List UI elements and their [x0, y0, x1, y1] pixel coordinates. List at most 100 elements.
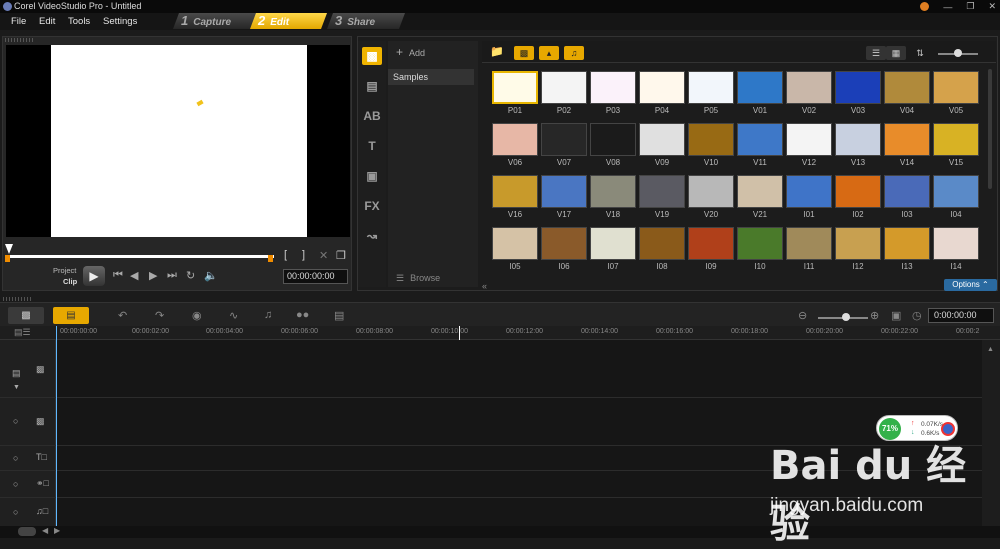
add-folder-button[interactable]: + Add — [390, 43, 476, 61]
library-thumbnail[interactable] — [541, 123, 587, 156]
media-category-icon[interactable]: ▩ — [362, 47, 382, 65]
timeline-grip[interactable] — [3, 297, 33, 301]
library-thumbnail[interactable] — [884, 175, 930, 208]
enlarge-preview-icon[interactable]: ❐ — [336, 249, 346, 262]
preview-timecode[interactable]: 00:00:00:00 — [283, 269, 348, 284]
timeline-view-button[interactable]: ▤ — [53, 307, 89, 324]
library-thumbnail[interactable] — [933, 71, 979, 104]
close-button[interactable]: ✕ — [988, 1, 996, 12]
clip-mode-label[interactable]: Clip — [63, 277, 77, 286]
library-thumbnail[interactable] — [835, 123, 881, 156]
show-photos-icon[interactable]: ▴ — [539, 46, 559, 60]
timeline-zoom-knob[interactable] — [842, 313, 850, 321]
thumbnail-view-icon[interactable]: ▦ — [886, 46, 906, 60]
library-thumbnail[interactable] — [541, 71, 587, 104]
timeline-ruler[interactable]: ▤☰ 00:00:00:00 00:00:02:00 00:00:04:00 0… — [0, 326, 1000, 340]
library-thumbnail[interactable] — [541, 227, 587, 260]
help-orb-icon[interactable] — [920, 2, 930, 11]
library-thumbnail[interactable] — [737, 175, 783, 208]
library-thumbnail[interactable] — [590, 227, 636, 260]
tab-share[interactable]: 3 Share — [327, 13, 405, 29]
graphic-icon[interactable]: ▣ — [362, 167, 382, 185]
zoom-out-icon[interactable]: ⊖ — [798, 309, 807, 322]
thumbnail-scrollbar[interactable] — [988, 69, 992, 189]
sound-mixer-icon[interactable]: ∿ — [229, 309, 238, 322]
scroll-left-icon[interactable]: ◀ — [42, 526, 48, 535]
library-thumbnail[interactable] — [590, 71, 636, 104]
transition-icon[interactable]: AB — [362, 107, 382, 125]
instant-project-icon[interactable]: ▤ — [362, 77, 382, 95]
go-to-end-icon[interactable]: ⏭ — [167, 269, 177, 282]
timeline-timecode[interactable]: 0:00:00:00 — [928, 308, 994, 323]
undo-icon[interactable]: ↶ — [118, 309, 127, 322]
lock-icon[interactable]: ○ — [13, 507, 18, 517]
trim-end-marker[interactable] — [268, 255, 273, 262]
filter-fx-icon[interactable]: FX — [362, 197, 382, 215]
library-thumbnail[interactable] — [492, 71, 538, 104]
library-thumbnail[interactable] — [786, 71, 832, 104]
trim-start-marker[interactable] — [5, 255, 10, 262]
track-manager-icon[interactable]: ▤☰ — [14, 327, 31, 338]
zoom-in-icon[interactable]: ⊕ — [870, 309, 879, 322]
library-thumbnail[interactable] — [639, 123, 685, 156]
library-thumbnail[interactable] — [590, 123, 636, 156]
library-thumbnail[interactable] — [884, 227, 930, 260]
library-thumbnail[interactable] — [737, 227, 783, 260]
redo-icon[interactable]: ↷ — [155, 309, 164, 322]
scrub-bar[interactable] — [9, 255, 274, 258]
subtitle-editor-icon[interactable]: ▤ — [334, 309, 344, 322]
minimize-button[interactable]: — — [943, 2, 952, 12]
library-thumbnail[interactable] — [835, 227, 881, 260]
thumbnail-zoom-knob[interactable] — [954, 49, 962, 57]
show-audio-icon[interactable]: ♫ — [564, 46, 584, 60]
title-icon[interactable]: T — [362, 137, 382, 155]
library-thumbnail[interactable] — [492, 123, 538, 156]
track-expand-toggle[interactable] — [18, 527, 36, 536]
library-thumbnail[interactable] — [933, 123, 979, 156]
menu-edit[interactable]: Edit — [39, 16, 55, 27]
repeat-icon[interactable]: ↻ — [186, 269, 195, 282]
project-mode-label[interactable]: Project — [53, 266, 76, 275]
library-thumbnail[interactable] — [933, 175, 979, 208]
menu-tools[interactable]: Tools — [68, 16, 90, 27]
library-thumbnail[interactable] — [933, 227, 979, 260]
track-toggle-icon[interactable]: ▤ — [12, 368, 21, 379]
browse-button[interactable]: ☰ Browse — [390, 269, 476, 287]
volume-icon[interactable]: 🔈 — [204, 269, 218, 282]
path-icon[interactable]: ↝ — [362, 227, 382, 245]
options-button[interactable]: Options ⌃ — [944, 279, 997, 291]
scroll-up-icon[interactable]: ▲ — [987, 346, 994, 353]
video-track[interactable]: ▤ ▩ ▼ — [0, 340, 982, 398]
library-thumbnail[interactable] — [492, 227, 538, 260]
split-clip-icon[interactable]: ✕ — [319, 249, 328, 262]
library-thumbnail[interactable] — [884, 123, 930, 156]
library-thumbnail[interactable] — [492, 175, 538, 208]
sort-icon[interactable]: ⇅ — [910, 46, 930, 60]
mark-in-button[interactable]: [ — [284, 249, 287, 261]
collapse-library-icon[interactable]: « — [482, 281, 492, 291]
library-thumbnail[interactable] — [884, 71, 930, 104]
previous-frame-icon[interactable]: ◀ — [130, 269, 138, 282]
list-view-icon[interactable]: ☰ — [866, 46, 886, 60]
library-thumbnail[interactable] — [737, 123, 783, 156]
fit-project-icon[interactable]: ▣ — [891, 309, 901, 322]
play-button[interactable]: ▶ — [83, 266, 105, 286]
library-thumbnail[interactable] — [688, 71, 734, 104]
library-thumbnail[interactable] — [541, 175, 587, 208]
mark-out-button[interactable]: ] — [302, 249, 305, 261]
library-thumbnail[interactable] — [688, 123, 734, 156]
library-thumbnail[interactable] — [688, 175, 734, 208]
track-expand-icon[interactable]: ▼ — [13, 384, 20, 391]
record-capture-icon[interactable]: ◉ — [192, 309, 202, 322]
folder-samples[interactable]: Samples — [388, 69, 474, 85]
library-thumbnail[interactable] — [835, 175, 881, 208]
library-thumbnail[interactable] — [639, 175, 685, 208]
library-thumbnail[interactable] — [786, 123, 832, 156]
library-thumbnail[interactable] — [688, 227, 734, 260]
scroll-right-icon[interactable]: ▶ — [54, 526, 60, 535]
go-to-start-icon[interactable]: ⏮ — [113, 269, 123, 282]
auto-music-icon[interactable]: ♫ — [264, 309, 272, 321]
library-thumbnail[interactable] — [590, 175, 636, 208]
lock-icon[interactable]: ○ — [13, 479, 18, 489]
library-thumbnail[interactable] — [786, 175, 832, 208]
